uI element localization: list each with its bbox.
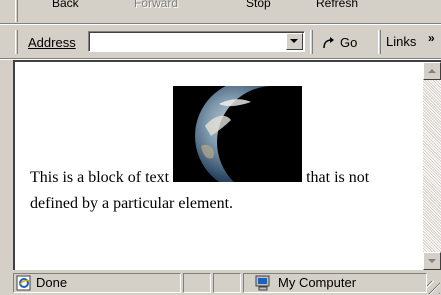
standard-toolbar: Back Forward Stop Refresh: [0, 0, 441, 25]
status-panel-secure: [213, 273, 241, 293]
resize-grip[interactable]: [427, 281, 440, 294]
scroll-up-button[interactable]: [423, 62, 441, 80]
web-page: This is a block of text that is not defi…: [15, 62, 423, 270]
earth-image: [173, 80, 330, 198]
go-grip: [310, 30, 313, 54]
ie-page-icon: [16, 275, 31, 291]
toolbar-grip[interactable]: [15, 0, 18, 22]
arrow-up-icon: [428, 69, 436, 73]
stop-button[interactable]: Stop: [246, 0, 271, 10]
more-links-button[interactable]: »: [428, 31, 435, 45]
text-before-image: This is a block of text: [30, 169, 174, 186]
zone-text: My Computer: [278, 275, 357, 290]
address-dropdown-button[interactable]: [286, 33, 303, 50]
go-button[interactable]: Go: [318, 33, 370, 51]
address-label: Address: [28, 35, 76, 50]
earth-icon: [173, 80, 330, 198]
back-button[interactable]: Back: [52, 0, 79, 10]
go-arrow-icon: [323, 37, 334, 49]
status-text: Done: [36, 275, 68, 290]
refresh-button[interactable]: Refresh: [316, 0, 358, 10]
scroll-down-button[interactable]: [423, 252, 441, 270]
status-panel-main: Done: [13, 273, 181, 293]
status-panel-zone: My Computer: [243, 273, 427, 293]
links-grip: [378, 30, 381, 54]
go-label: Go: [340, 35, 358, 50]
status-bar: Done My Computer: [0, 271, 441, 295]
vertical-scrollbar[interactable]: [423, 62, 441, 270]
status-panel-progress: [183, 273, 211, 293]
toolbar-separator: [0, 23, 441, 25]
text-block: This is a block of text that is not defi…: [30, 80, 410, 217]
address-input[interactable]: [88, 31, 305, 52]
links-button[interactable]: Links: [386, 34, 416, 49]
address-bar-grip[interactable]: [15, 30, 18, 54]
browser-viewport: This is a block of text that is not defi…: [13, 60, 441, 270]
forward-button[interactable]: Forward: [134, 0, 178, 10]
my-computer-icon: [255, 275, 270, 291]
arrow-down-icon: [428, 259, 436, 263]
address-label-text: Address: [28, 35, 76, 50]
chevron-down-icon: [290, 39, 298, 43]
